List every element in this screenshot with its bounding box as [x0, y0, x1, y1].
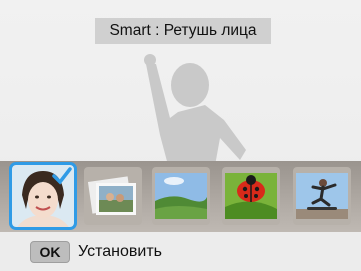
ok-button[interactable]: OK	[30, 240, 70, 263]
checkmark-icon	[52, 167, 72, 185]
scene-thumbnail-strip	[0, 161, 361, 232]
camera-screen: Smart : Ретушь лица OK Установить	[0, 0, 361, 271]
thumbnail-macro[interactable]	[222, 167, 280, 225]
skateboarder-action-icon	[293, 167, 351, 225]
thumbnail-action[interactable]	[293, 167, 351, 225]
landscape-icon	[152, 167, 210, 225]
mode-title: Smart : Ретушь лица	[95, 18, 271, 44]
thumbnail-face-retouch[interactable]	[9, 162, 77, 230]
thumbnail-photo-stack[interactable]	[84, 167, 142, 225]
ladybug-macro-icon	[222, 167, 280, 225]
thumbnail-landscape[interactable]	[152, 167, 210, 225]
photo-stack-icon	[84, 167, 142, 225]
ok-action-label: Установить	[78, 242, 162, 260]
bottom-hint-bar: OK Установить	[0, 232, 361, 271]
